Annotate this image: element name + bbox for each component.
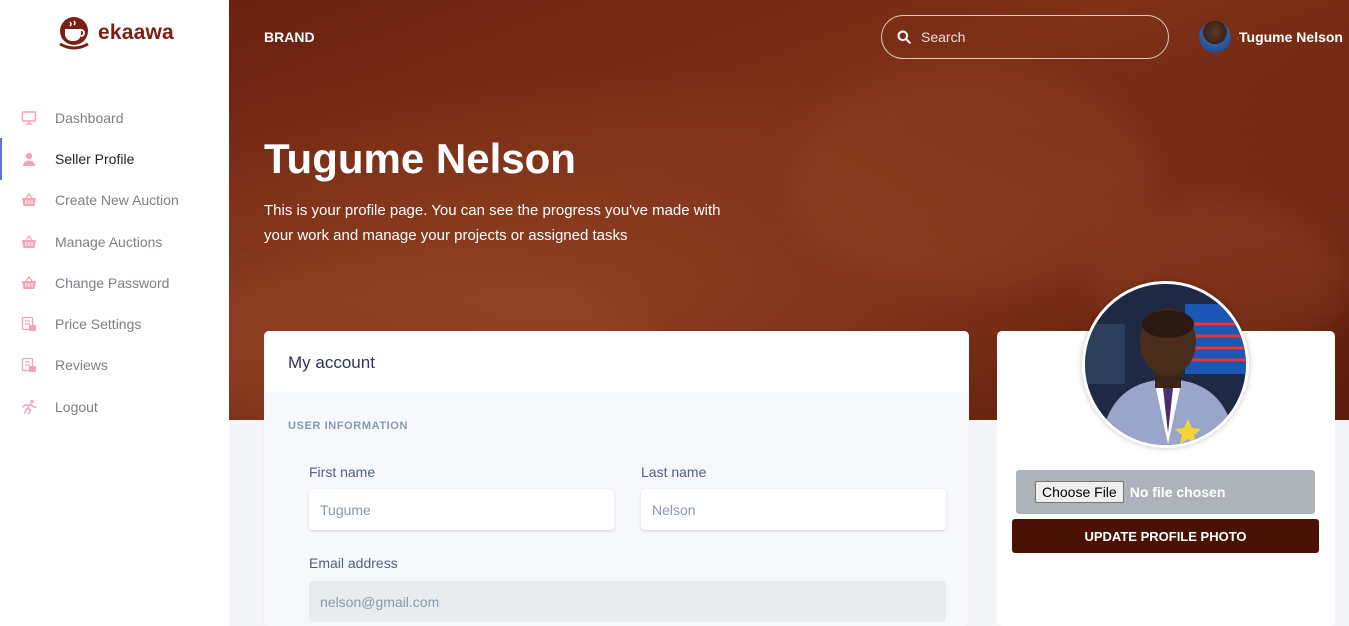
sidebar-item-reviews[interactable]: Reviews — [0, 345, 229, 386]
basket-icon — [22, 234, 36, 248]
sidebar-item-seller-profile[interactable]: Seller Profile — [0, 138, 229, 180]
sidebar-item-dashboard[interactable]: Dashboard — [0, 97, 229, 138]
last-name-field[interactable] — [641, 489, 946, 530]
file-input[interactable]: Choose File No file chosen — [1016, 470, 1315, 514]
monitor-icon — [21, 110, 37, 125]
search-icon — [897, 30, 911, 44]
logo[interactable]: ekaawa — [54, 15, 174, 51]
card-title: My account — [264, 331, 969, 392]
user-menu[interactable]: Tugume Nelson — [1199, 21, 1343, 53]
search-box[interactable] — [881, 15, 1169, 59]
first-name-label: First name — [309, 464, 376, 480]
page-title: Tugume Nelson — [264, 135, 576, 182]
sidebar-item-label: Manage Auctions — [55, 233, 163, 250]
sidebar-item-create-new-auction[interactable]: Create New Auction — [0, 180, 229, 221]
sidebar-item-change-password[interactable]: Change Password — [0, 262, 229, 303]
brand-link[interactable]: BRAND — [264, 29, 315, 45]
sidebar-item-label: Seller Profile — [55, 150, 135, 167]
sidebar: ekaawa Dashboard Seller Profile Create N… — [0, 0, 229, 626]
sidebar-item-price-settings[interactable]: Price Settings — [0, 303, 229, 344]
email-field — [309, 581, 946, 622]
first-name-field[interactable] — [309, 489, 614, 530]
email-label: Email address — [309, 555, 398, 571]
last-name-label: Last name — [641, 464, 707, 480]
sidebar-item-label: Change Password — [55, 274, 170, 291]
sidebar-item-label: Reviews — [55, 357, 108, 374]
avatar — [1199, 21, 1231, 53]
my-account-card: My account USER INFORMATION First name L… — [264, 331, 969, 626]
user-icon — [23, 152, 35, 166]
choose-file-button[interactable]: Choose File — [1035, 481, 1124, 503]
coffee-cup-logo-icon — [59, 17, 89, 50]
sidebar-item-logout[interactable]: Logout — [0, 386, 229, 427]
basket-icon — [22, 275, 36, 289]
section-heading: USER INFORMATION — [288, 420, 409, 432]
sidebar-item-manage-auctions[interactable]: Manage Auctions — [0, 221, 229, 262]
search-input[interactable] — [921, 29, 1141, 45]
running-icon — [22, 399, 37, 415]
logo-text: ekaawa — [98, 21, 174, 44]
user-name: Tugume Nelson — [1239, 29, 1343, 45]
profile-avatar — [1082, 281, 1249, 448]
profile-photo — [1085, 284, 1246, 445]
list-icon — [21, 316, 36, 332]
sidebar-item-label: Dashboard — [55, 109, 124, 126]
sidebar-nav: Dashboard Seller Profile Create New Auct… — [0, 97, 229, 427]
sidebar-item-label: Logout — [55, 398, 98, 415]
update-profile-photo-button[interactable]: UPDATE PROFILE PHOTO — [1012, 519, 1319, 553]
list-icon — [21, 358, 36, 373]
sidebar-item-label: Price Settings — [55, 316, 142, 333]
page-description: This is your profile page. You can see t… — [264, 202, 721, 244]
file-status-text: No file chosen — [1129, 484, 1226, 500]
basket-icon — [22, 193, 36, 207]
sidebar-item-label: Create New Auction — [55, 192, 179, 209]
